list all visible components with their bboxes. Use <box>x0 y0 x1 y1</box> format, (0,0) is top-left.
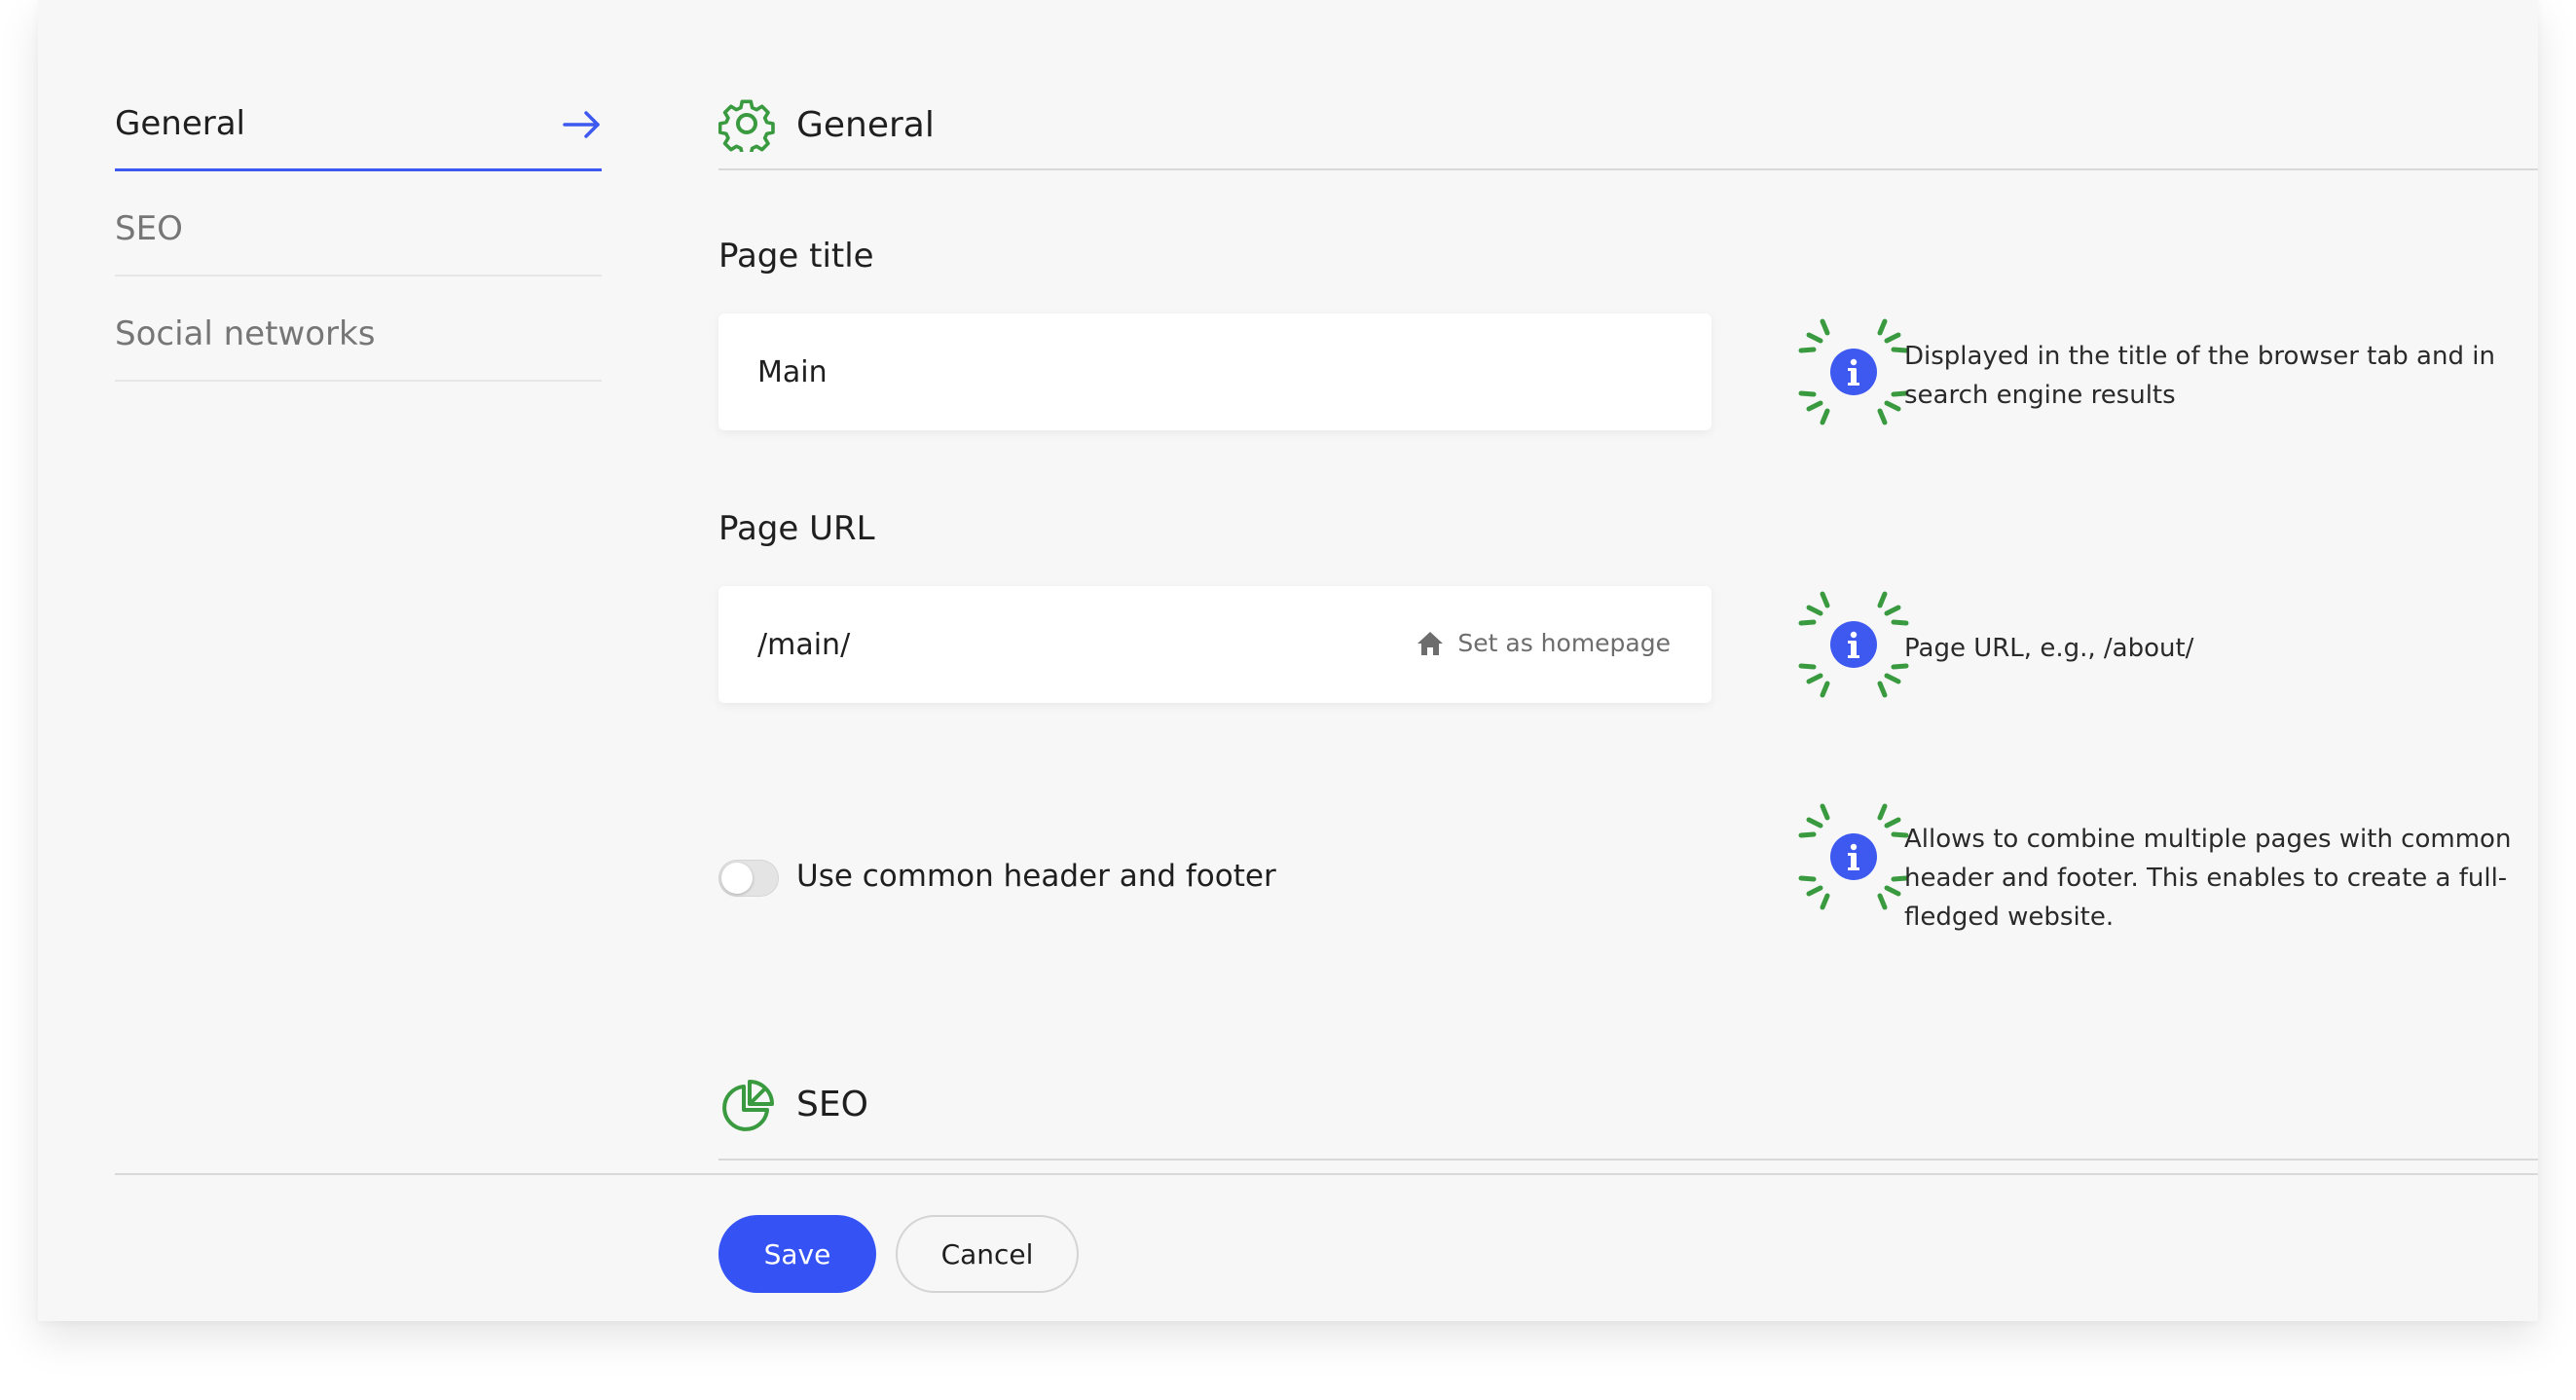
seo-section-header: SEO <box>718 1055 2538 1161</box>
footer-divider <box>115 1173 2538 1175</box>
cancel-button[interactable]: Cancel <box>896 1215 1079 1293</box>
page-url-input[interactable]: /main/ Set as homepage <box>718 586 1711 703</box>
page-title-label: Page title <box>718 237 874 276</box>
info-icon[interactable] <box>1795 798 1912 915</box>
page-url-label: Page URL <box>718 509 875 548</box>
common-header-footer-toggle[interactable] <box>718 860 779 897</box>
common-header-footer-hint-text: Allows to combine multiple pages with co… <box>1904 825 2512 932</box>
common-header-footer-label: Use common header and footer <box>796 859 1276 894</box>
gear-icon <box>718 99 775 152</box>
sidebar-item-seo[interactable]: SEO <box>115 171 602 276</box>
page-url-hint-text: Page URL, e.g., /about/ <box>1904 634 2194 663</box>
set-as-homepage-button[interactable]: Set as homepage <box>1417 629 1671 657</box>
page-title-hint-text: Displayed in the title of the browser ta… <box>1904 342 2495 410</box>
page-url-hint: Page URL, e.g., /about/ <box>1795 586 2516 703</box>
pie-chart-icon <box>722 1080 774 1131</box>
set-as-homepage-label: Set as homepage <box>1457 629 1671 657</box>
general-section-header: General <box>718 66 2538 170</box>
page-title-hint: Displayed in the title of the browser ta… <box>1795 313 2516 430</box>
section-title: SEO <box>796 1085 868 1124</box>
arrow-right-icon <box>563 111 600 138</box>
sidebar-item-label: General <box>115 103 245 143</box>
toggle-knob <box>721 863 753 894</box>
sidebar-item-social-networks[interactable]: Social networks <box>115 276 602 382</box>
sidebar-item-label: SEO <box>115 209 183 248</box>
sidebar-item-general[interactable]: General <box>115 66 602 171</box>
sidebar-item-label: Social networks <box>115 314 376 353</box>
page-url-value: /main/ <box>757 627 851 662</box>
page-title-value: Main <box>757 354 828 389</box>
settings-panel: General SEO Social networks General Page… <box>38 0 2538 1321</box>
page-title-input[interactable]: Main <box>718 313 1711 430</box>
section-title: General <box>796 105 935 145</box>
info-icon[interactable] <box>1795 586 1912 703</box>
save-button[interactable]: Save <box>718 1215 876 1293</box>
common-header-footer-hint: Allows to combine multiple pages with co… <box>1795 798 2516 932</box>
home-icon <box>1417 631 1444 655</box>
info-icon[interactable] <box>1795 313 1912 430</box>
